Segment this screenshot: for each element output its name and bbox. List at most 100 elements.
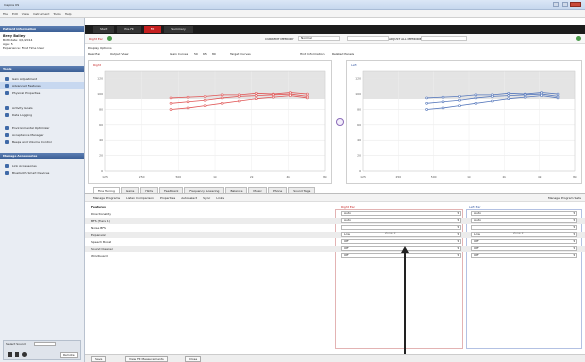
related-panels-option[interactable]: Related Panels xyxy=(332,52,354,56)
output-view-option[interactable]: Output View xyxy=(110,52,129,56)
minimize-button[interactable] xyxy=(553,2,559,7)
curve-50-checkbox[interactable]: 50 xyxy=(194,52,198,56)
maximize-button[interactable] xyxy=(562,2,568,7)
tab-phone[interactable]: Phone xyxy=(267,187,288,193)
menu-view[interactable]: View xyxy=(22,12,29,16)
tab-pre-fit[interactable]: Pre-Fit xyxy=(117,26,141,33)
sidebar-item-environmental-optimizer[interactable]: Environmental Optimizer xyxy=(0,124,84,131)
tab-balance[interactable]: Balance xyxy=(225,187,248,193)
right-feature-dropdown[interactable]: Off ▾ xyxy=(341,239,461,244)
menu-file[interactable]: File xyxy=(3,12,8,16)
dial-icon xyxy=(5,132,9,137)
series-point xyxy=(491,99,494,103)
tab-hints[interactable]: Hints xyxy=(140,187,159,193)
tab-music[interactable]: Music xyxy=(248,187,267,193)
play-icon[interactable] xyxy=(8,352,12,357)
close-button[interactable]: Close xyxy=(185,356,202,362)
close-window-button[interactable] xyxy=(570,2,581,7)
sidebar-item-acceptance-manager[interactable]: Acceptance Manager xyxy=(0,131,84,138)
left-feature-dropdown[interactable]: Auto ▾ xyxy=(471,211,577,216)
real-ear-option[interactable]: Real Ear xyxy=(88,52,100,56)
subtab-listen-comparison[interactable]: Listen Comparison xyxy=(126,196,154,200)
right-status-icon xyxy=(576,36,581,41)
series-point xyxy=(425,108,428,111)
left-feature-dropdown[interactable]: Off ▾ xyxy=(471,239,577,244)
tab-fit[interactable]: Fit xyxy=(143,26,162,33)
chevron-down-icon: ▾ xyxy=(457,246,459,250)
right-feature-dropdown[interactable]: Low ▾ xyxy=(341,232,461,237)
left-chart-toggle[interactable]: Left xyxy=(351,63,357,67)
remote-badge[interactable]: Remote xyxy=(60,352,78,358)
view-fit-measurements-button[interactable]: View Fit Measurements xyxy=(125,356,168,362)
series-point xyxy=(507,92,511,95)
tab-feedback[interactable]: Feedback xyxy=(159,187,184,193)
sidebar-item-gain-adjustment[interactable]: Gain Adjustment xyxy=(0,75,84,82)
left-feature-dropdown[interactable]: Off ▾ xyxy=(471,253,577,258)
pause-icon[interactable] xyxy=(15,352,19,357)
x-tick-label: 1k xyxy=(467,175,471,179)
sidebar-item-physical-properties[interactable]: Physical Properties xyxy=(0,89,84,96)
subtab-sync[interactable]: Sync xyxy=(203,196,210,200)
tab-frequency-lowering[interactable]: Frequency Lowering xyxy=(184,187,225,193)
record-icon[interactable] xyxy=(22,352,27,357)
right-chart-toggle[interactable]: Right xyxy=(93,63,101,67)
feature-name: Speech Boost xyxy=(91,240,112,244)
right-feature-dropdown[interactable]: Off ▾ xyxy=(341,253,461,258)
chevron-down-icon: ▾ xyxy=(457,211,459,215)
menu-help[interactable]: Help xyxy=(65,12,72,16)
chevron-down-icon: ▾ xyxy=(457,239,459,243)
tab-gains[interactable]: Gains xyxy=(120,187,140,193)
feature-name: Expansion xyxy=(91,233,107,237)
bluetooth-icon xyxy=(5,170,9,175)
right-feature-dropdown[interactable]: ▾ xyxy=(341,225,461,230)
subtab-manage-program-sets[interactable]: Manage Program Sets xyxy=(548,196,581,200)
sidebar-item-beeps-volume[interactable]: Beeps and Volume Control xyxy=(0,138,84,145)
tab-start[interactable]: Start xyxy=(93,26,115,33)
memory-select[interactable]: Normal xyxy=(298,36,340,41)
adjust-all-select[interactable] xyxy=(421,36,467,41)
x-tick-label: 8k xyxy=(573,175,577,179)
left-feature-dropdown[interactable]: Auto ▾ xyxy=(471,218,577,223)
chevron-down-icon: ▾ xyxy=(457,218,459,222)
curve-80-checkbox[interactable]: 80 xyxy=(212,52,216,56)
series-point xyxy=(289,94,292,97)
feature-row: Noise BFS ▾ ▾ xyxy=(85,225,585,231)
link-ears-icon[interactable] xyxy=(336,118,344,126)
left-feature-dropdown[interactable]: Off ▾ xyxy=(471,246,577,251)
series-point xyxy=(523,93,527,97)
menu-tools[interactable]: Tools xyxy=(53,12,60,16)
curve-65-checkbox[interactable]: 65 xyxy=(203,52,207,56)
right-feature-dropdown[interactable]: Auto ▾ xyxy=(341,218,461,223)
series-point xyxy=(169,102,173,105)
display-options-label[interactable]: Display Options xyxy=(88,46,112,50)
sidebar-item-link-accessories[interactable]: Link Accessories xyxy=(0,162,84,169)
sound-select-dropdown[interactable] xyxy=(34,342,56,346)
feature-name: Sound Cleaner xyxy=(91,247,113,251)
hint-info-option[interactable]: Hint Information xyxy=(300,52,325,56)
feature-tab-strip: Fine Tuning Gains Hints Feedback Frequen… xyxy=(85,186,585,194)
right-feature-value: Off xyxy=(344,253,349,257)
x-tick-label: 1k xyxy=(213,175,217,179)
subtab-autoselect[interactable]: Autoselect xyxy=(181,196,197,200)
save-button[interactable]: Save xyxy=(91,356,107,362)
memory-compare-select[interactable] xyxy=(347,36,389,41)
subtab-links[interactable]: Links xyxy=(216,196,224,200)
left-feature-dropdown[interactable]: Low ▾ xyxy=(471,232,577,237)
target-curves-label[interactable]: Target Curves xyxy=(230,52,251,56)
series-point xyxy=(186,106,190,110)
sidebar-item-data-logging[interactable]: Data Logging xyxy=(0,111,84,118)
subtab-manage-programs[interactable]: Manage Programs xyxy=(93,196,120,200)
tab-sound-tags[interactable]: Sound Tags xyxy=(288,187,316,193)
sidebar-item-advanced-features[interactable]: Advanced Features xyxy=(0,82,84,89)
menu-edit[interactable]: Edit xyxy=(12,12,18,16)
tab-fine-tuning[interactable]: Fine Tuning xyxy=(93,187,120,193)
chevron-down-icon: ▾ xyxy=(573,253,575,257)
series-point xyxy=(458,104,461,107)
sidebar-item-bluetooth-devices[interactable]: Bluetooth Smart Devices xyxy=(0,169,84,176)
left-feature-dropdown[interactable]: ▾ xyxy=(471,225,577,230)
subtab-properties[interactable]: Properties xyxy=(160,196,175,200)
sidebar-item-activity-goals[interactable]: Activity Goals xyxy=(0,104,84,111)
menu-instrument[interactable]: Instrument xyxy=(33,12,50,16)
right-feature-dropdown[interactable]: Auto ▾ xyxy=(341,211,461,216)
tab-summary[interactable]: Summary xyxy=(164,26,193,33)
